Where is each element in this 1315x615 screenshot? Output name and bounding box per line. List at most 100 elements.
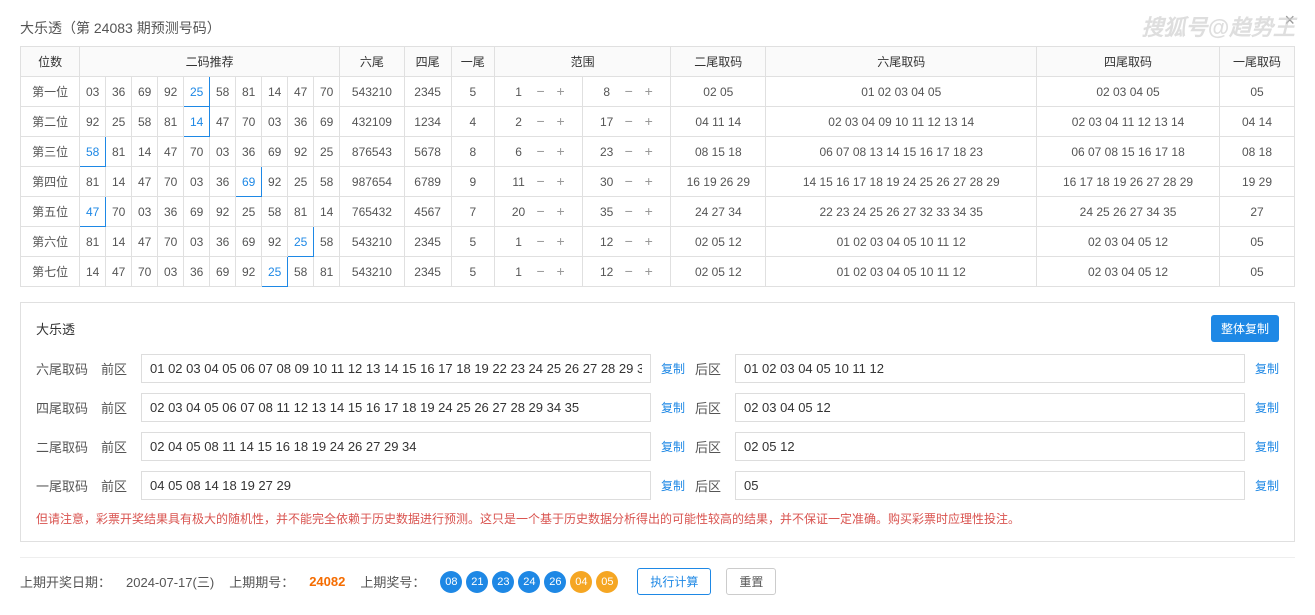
num-cell[interactable]: 58 bbox=[314, 167, 340, 197]
num-cell[interactable]: 92 bbox=[262, 227, 288, 257]
num-cell[interactable]: 25 bbox=[262, 257, 288, 287]
minus-icon[interactable]: − bbox=[534, 205, 548, 219]
num-cell[interactable]: 92 bbox=[236, 257, 262, 287]
copy-link[interactable]: 复制 bbox=[1255, 477, 1279, 494]
back-input[interactable] bbox=[735, 471, 1245, 500]
front-input[interactable] bbox=[141, 471, 651, 500]
num-cell[interactable]: 14 bbox=[262, 77, 288, 107]
num-cell[interactable]: 25 bbox=[184, 77, 210, 107]
minus-icon[interactable]: − bbox=[534, 145, 548, 159]
num-cell[interactable]: 81 bbox=[80, 227, 106, 257]
minus-icon[interactable]: − bbox=[622, 175, 636, 189]
num-cell[interactable]: 25 bbox=[288, 227, 314, 257]
plus-icon[interactable]: + bbox=[642, 85, 656, 99]
num-cell[interactable]: 14 bbox=[314, 197, 340, 227]
copy-link[interactable]: 复制 bbox=[661, 360, 685, 377]
minus-icon[interactable]: − bbox=[534, 235, 548, 249]
num-cell[interactable]: 14 bbox=[80, 257, 106, 287]
num-cell[interactable]: 58 bbox=[288, 257, 314, 287]
copy-link[interactable]: 复制 bbox=[1255, 399, 1279, 416]
num-cell[interactable]: 36 bbox=[184, 257, 210, 287]
num-cell[interactable]: 81 bbox=[314, 257, 340, 287]
minus-icon[interactable]: − bbox=[622, 235, 636, 249]
plus-icon[interactable]: + bbox=[642, 175, 656, 189]
num-cell[interactable]: 92 bbox=[80, 107, 106, 137]
num-cell[interactable]: 03 bbox=[80, 77, 106, 107]
num-cell[interactable]: 69 bbox=[132, 77, 158, 107]
num-cell[interactable]: 36 bbox=[210, 227, 236, 257]
minus-icon[interactable]: − bbox=[622, 115, 636, 129]
back-input[interactable] bbox=[735, 432, 1245, 461]
num-cell[interactable]: 47 bbox=[132, 167, 158, 197]
plus-icon[interactable]: + bbox=[642, 265, 656, 279]
back-input[interactable] bbox=[735, 354, 1245, 383]
num-cell[interactable]: 14 bbox=[132, 137, 158, 167]
num-cell[interactable]: 81 bbox=[80, 167, 106, 197]
num-cell[interactable]: 92 bbox=[288, 137, 314, 167]
num-cell[interactable]: 92 bbox=[210, 197, 236, 227]
num-cell[interactable]: 58 bbox=[80, 137, 106, 167]
front-input[interactable] bbox=[141, 354, 651, 383]
minus-icon[interactable]: − bbox=[534, 115, 548, 129]
num-cell[interactable]: 47 bbox=[132, 227, 158, 257]
copy-link[interactable]: 复制 bbox=[661, 477, 685, 494]
num-cell[interactable]: 70 bbox=[158, 167, 184, 197]
num-cell[interactable]: 14 bbox=[106, 227, 132, 257]
num-cell[interactable]: 70 bbox=[236, 107, 262, 137]
plus-icon[interactable]: + bbox=[554, 265, 568, 279]
plus-icon[interactable]: + bbox=[554, 175, 568, 189]
plus-icon[interactable]: + bbox=[554, 115, 568, 129]
num-cell[interactable]: 25 bbox=[236, 197, 262, 227]
front-input[interactable] bbox=[141, 432, 651, 461]
num-cell[interactable]: 03 bbox=[210, 137, 236, 167]
num-cell[interactable]: 70 bbox=[314, 77, 340, 107]
plus-icon[interactable]: + bbox=[642, 235, 656, 249]
num-cell[interactable]: 58 bbox=[262, 197, 288, 227]
num-cell[interactable]: 03 bbox=[184, 227, 210, 257]
num-cell[interactable]: 70 bbox=[184, 137, 210, 167]
num-cell[interactable]: 69 bbox=[184, 197, 210, 227]
minus-icon[interactable]: − bbox=[622, 205, 636, 219]
num-cell[interactable]: 36 bbox=[236, 137, 262, 167]
plus-icon[interactable]: + bbox=[554, 145, 568, 159]
reset-button[interactable]: 重置 bbox=[726, 568, 776, 595]
num-cell[interactable]: 14 bbox=[184, 107, 210, 137]
copy-link[interactable]: 复制 bbox=[1255, 438, 1279, 455]
copy-all-button[interactable]: 整体复制 bbox=[1211, 315, 1279, 342]
num-cell[interactable]: 92 bbox=[158, 77, 184, 107]
copy-link[interactable]: 复制 bbox=[661, 399, 685, 416]
num-cell[interactable]: 69 bbox=[236, 227, 262, 257]
num-cell[interactable]: 36 bbox=[158, 197, 184, 227]
num-cell[interactable]: 47 bbox=[158, 137, 184, 167]
plus-icon[interactable]: + bbox=[642, 205, 656, 219]
num-cell[interactable]: 36 bbox=[288, 107, 314, 137]
num-cell[interactable]: 69 bbox=[262, 137, 288, 167]
minus-icon[interactable]: − bbox=[622, 145, 636, 159]
num-cell[interactable]: 81 bbox=[106, 137, 132, 167]
num-cell[interactable]: 58 bbox=[132, 107, 158, 137]
num-cell[interactable]: 92 bbox=[262, 167, 288, 197]
plus-icon[interactable]: + bbox=[642, 115, 656, 129]
num-cell[interactable]: 70 bbox=[158, 227, 184, 257]
minus-icon[interactable]: − bbox=[534, 85, 548, 99]
num-cell[interactable]: 03 bbox=[184, 167, 210, 197]
plus-icon[interactable]: + bbox=[554, 85, 568, 99]
calc-button[interactable]: 执行计算 bbox=[637, 568, 711, 595]
num-cell[interactable]: 69 bbox=[314, 107, 340, 137]
num-cell[interactable]: 03 bbox=[158, 257, 184, 287]
copy-link[interactable]: 复制 bbox=[661, 438, 685, 455]
plus-icon[interactable]: + bbox=[642, 145, 656, 159]
num-cell[interactable]: 47 bbox=[80, 197, 106, 227]
minus-icon[interactable]: − bbox=[622, 85, 636, 99]
plus-icon[interactable]: + bbox=[554, 235, 568, 249]
num-cell[interactable]: 47 bbox=[288, 77, 314, 107]
num-cell[interactable]: 25 bbox=[288, 167, 314, 197]
num-cell[interactable]: 58 bbox=[314, 227, 340, 257]
minus-icon[interactable]: − bbox=[534, 175, 548, 189]
num-cell[interactable]: 47 bbox=[210, 107, 236, 137]
num-cell[interactable]: 36 bbox=[106, 77, 132, 107]
num-cell[interactable]: 14 bbox=[106, 167, 132, 197]
num-cell[interactable]: 81 bbox=[158, 107, 184, 137]
front-input[interactable] bbox=[141, 393, 651, 422]
num-cell[interactable]: 25 bbox=[314, 137, 340, 167]
